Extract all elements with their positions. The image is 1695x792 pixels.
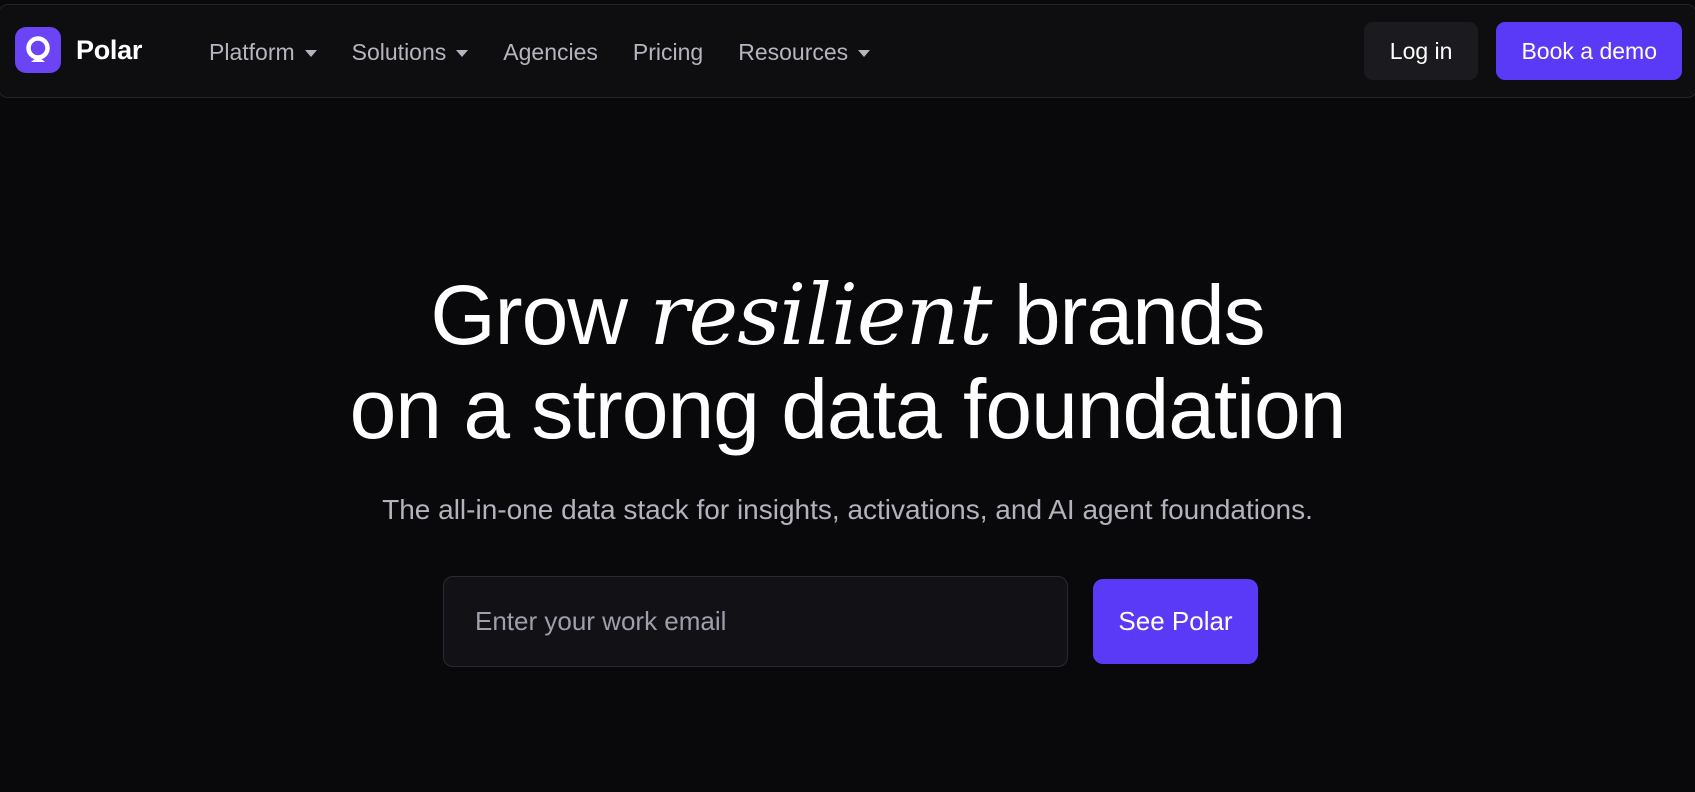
caret-down-icon bbox=[304, 49, 317, 57]
polar-logo-icon bbox=[15, 27, 61, 73]
caret-down-icon bbox=[456, 49, 469, 57]
nav-item-label: Agencies bbox=[503, 38, 598, 65]
top-navbar: Polar Platform Solutions Agencies Pricin… bbox=[0, 4, 1695, 98]
email-signup-form: See Polar bbox=[443, 576, 1258, 667]
nav-item-label: Pricing bbox=[632, 38, 704, 65]
nav-item-label: Resources bbox=[738, 38, 849, 65]
nav-item-label: Solutions bbox=[351, 38, 447, 65]
nav-item-resources[interactable]: Resources bbox=[738, 38, 871, 66]
hero-title-word: brands bbox=[1013, 268, 1266, 362]
nav-actions: Log in Book a demo bbox=[1363, 22, 1682, 80]
main-nav: Platform Solutions Agencies Pricing Reso… bbox=[209, 5, 905, 99]
login-button[interactable]: Log in bbox=[1363, 22, 1479, 80]
hero-title-line1: Grow resilient brands bbox=[430, 266, 1266, 364]
hero-title-word: Grow bbox=[430, 268, 628, 362]
brand-home-link[interactable]: Polar bbox=[15, 27, 142, 73]
nav-item-agencies[interactable]: Agencies bbox=[503, 39, 598, 66]
brand-name: Polar bbox=[76, 34, 143, 65]
caret-down-icon bbox=[858, 49, 871, 57]
nav-item-pricing[interactable]: Pricing bbox=[633, 39, 703, 66]
nav-item-label: Platform bbox=[209, 38, 295, 65]
hero-title-accent-word: resilient bbox=[649, 266, 992, 364]
see-polar-button[interactable]: See Polar bbox=[1093, 579, 1258, 664]
hero-title: Grow resilient brands on a strong data f… bbox=[0, 268, 1695, 456]
hero-title-line2: on a strong data foundation bbox=[349, 362, 1347, 456]
book-demo-button[interactable]: Book a demo bbox=[1496, 22, 1682, 80]
hero-subtitle: The all-in-one data stack for insights, … bbox=[382, 494, 1313, 525]
nav-item-solutions[interactable]: Solutions bbox=[352, 39, 469, 66]
work-email-input[interactable] bbox=[443, 576, 1068, 667]
nav-item-platform[interactable]: Platform bbox=[209, 39, 317, 66]
